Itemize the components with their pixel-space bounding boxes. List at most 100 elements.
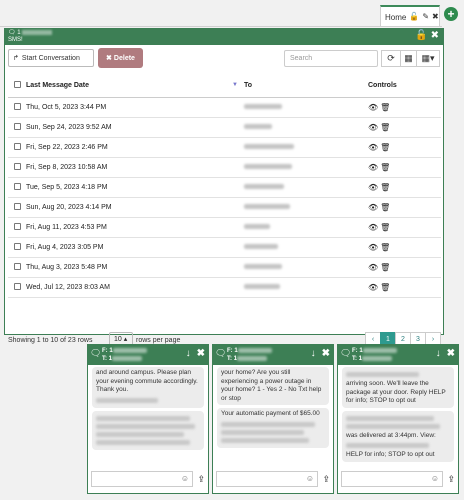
table-row[interactable]: Thu, Oct 5, 2023 3:44 PM 👁🗑 (8, 97, 441, 118)
row-checkbox[interactable] (13, 202, 21, 210)
share-icon: ↱ (13, 55, 19, 62)
emoji-icon[interactable]: ☺ (431, 474, 439, 483)
table-row[interactable]: Sun, Sep 24, 2023 9:52 AM 👁🗑 (8, 117, 441, 138)
start-conversation-label: Start Conversation (21, 54, 80, 62)
table-row[interactable]: Thu, Aug 3, 2023 5:48 PM 👁🗑 (8, 257, 441, 278)
panel-controls: 🔓 ✖ (415, 30, 439, 41)
trash-icon[interactable]: 🗑 (380, 143, 392, 152)
message-text: HELP for info; STOP to opt out (346, 451, 435, 458)
lock-icon[interactable]: 🔓 (409, 13, 419, 21)
recipient-cell (244, 237, 368, 258)
select-all-checkbox[interactable] (13, 81, 21, 89)
arrow-down-icon[interactable]: ↓ (436, 348, 441, 359)
view-icon[interactable]: 👁 (368, 223, 380, 232)
trash-icon[interactable]: 🗑 (380, 123, 392, 132)
row-checkbox[interactable] (13, 182, 21, 190)
send-icon[interactable]: ⇪ (197, 474, 205, 485)
trash-icon[interactable]: 🗑 (380, 163, 392, 172)
message-bubble: Your automatic payment of $65.00 (217, 408, 329, 448)
trash-icon[interactable]: 🗑 (380, 203, 392, 212)
trash-icon[interactable]: 🗑 (380, 263, 392, 272)
row-checkbox[interactable] (13, 262, 21, 270)
view-icon[interactable]: 👁 (368, 263, 380, 272)
close-icon[interactable]: ✖ (197, 348, 205, 359)
row-checkbox[interactable] (13, 102, 21, 110)
send-icon[interactable]: ⇪ (322, 474, 330, 485)
trash-icon[interactable]: 🗑 (380, 243, 392, 252)
redacted-number (22, 30, 53, 35)
message-input[interactable]: ☺ (341, 471, 443, 487)
message-input[interactable]: ☺ (216, 471, 318, 487)
recipient-cell (244, 117, 368, 138)
arrow-down-icon[interactable]: ↓ (186, 348, 191, 359)
chat-from: F: 1 (352, 348, 363, 354)
tab-divider (0, 26, 442, 27)
row-checkbox[interactable] (13, 282, 21, 290)
column-header-to: To (244, 75, 368, 98)
last-message-date: Sun, Aug 20, 2023 4:14 PM (26, 197, 244, 218)
table-row[interactable]: Sun, Aug 20, 2023 4:14 PM 👁🗑 (8, 197, 441, 218)
table-row[interactable]: Fri, Sep 22, 2023 2:46 PM 👁🗑 (8, 137, 441, 158)
send-icon[interactable]: ⇪ (447, 474, 455, 485)
start-conversation-button[interactable]: ↱ Start Conversation (8, 49, 94, 67)
view-icon[interactable]: 👁 (368, 163, 380, 172)
table-row[interactable]: Wed, Jul 12, 2023 8:03 AM 👁🗑 (8, 277, 441, 298)
recipient-cell (244, 177, 368, 198)
row-checkbox[interactable] (13, 142, 21, 150)
trash-icon[interactable]: 🗑 (380, 223, 392, 232)
refresh-icon[interactable]: ⟳ (381, 50, 401, 67)
row-checkbox[interactable] (13, 122, 21, 130)
row-controls: 👁🗑 (368, 257, 441, 278)
recipient-cell (244, 217, 368, 238)
unlock-icon[interactable]: 🔓 (415, 30, 427, 41)
row-checkbox[interactable] (13, 242, 21, 250)
trash-icon[interactable]: 🗑 (380, 283, 392, 292)
columns-icon[interactable]: ▦ (400, 50, 417, 67)
last-message-date: Fri, Sep 22, 2023 2:46 PM (26, 137, 244, 158)
view-icon[interactable]: 👁 (368, 283, 380, 292)
emoji-icon[interactable]: ☺ (181, 474, 189, 483)
message-text: your home? Are you still experiencing a … (221, 369, 322, 402)
chat-numbers: F: 1 T: 1 (352, 347, 397, 363)
view-icon[interactable]: 👁 (368, 143, 380, 152)
column-header-date[interactable]: Last Message Date ▼ (26, 75, 244, 98)
emoji-icon[interactable]: ☺ (306, 474, 314, 483)
message-bubble (92, 410, 204, 450)
trash-icon[interactable]: 🗑 (380, 183, 392, 192)
chat-messages: your home? Are you still experiencing a … (213, 365, 333, 465)
view-icon[interactable]: 👁 (368, 183, 380, 192)
row-controls: 👁🗑 (368, 177, 441, 198)
delete-button[interactable]: ✖ Delete (98, 48, 143, 68)
arrow-down-icon[interactable]: ↓ (311, 348, 316, 359)
close-icon[interactable]: ✖ (447, 348, 455, 359)
message-input[interactable]: ☺ (91, 471, 193, 487)
table-row[interactable]: Fri, Sep 8, 2023 10:58 AM 👁🗑 (8, 157, 441, 178)
date-header-label: Last Message Date (26, 82, 90, 90)
view-icon[interactable]: 👁 (368, 203, 380, 212)
view-icon[interactable]: 👁 (368, 123, 380, 132)
close-icon[interactable]: ✖ (432, 13, 439, 21)
search-input[interactable]: Search (284, 50, 378, 67)
row-checkbox[interactable] (13, 222, 21, 230)
close-icon[interactable]: ✖ (431, 30, 439, 41)
grid-menu-icon[interactable]: ▦▾ (416, 50, 440, 67)
redacted-recipient (244, 284, 280, 290)
view-icon[interactable]: 👁 (368, 103, 380, 112)
last-message-date: Sun, Sep 24, 2023 9:52 AM (26, 117, 244, 138)
table-row[interactable]: Fri, Aug 4, 2023 3:05 PM 👁🗑 (8, 237, 441, 258)
redacted-recipient (244, 204, 290, 210)
tab-home-label: Home (385, 12, 407, 22)
table-row[interactable]: Fri, Aug 11, 2023 4:53 PM 👁🗑 (8, 217, 441, 238)
edit-icon[interactable]: ✎ (422, 13, 429, 21)
view-icon[interactable]: 👁 (368, 243, 380, 252)
sort-desc-icon[interactable]: ▼ (232, 82, 238, 88)
trash-icon[interactable]: 🗑 (380, 103, 392, 112)
row-checkbox[interactable] (13, 162, 21, 170)
last-message-date: Tue, Sep 5, 2023 4:18 PM (26, 177, 244, 198)
message-bubble: your home? Are you still experiencing a … (217, 367, 329, 405)
add-tab-button[interactable]: + (444, 7, 458, 21)
chat-header: 🗨 F: 1 T: 1 ↓ ✖ (213, 345, 333, 365)
close-icon[interactable]: ✖ (322, 348, 330, 359)
tab-home[interactable]: Home 🔓 ✎ ✖ (380, 5, 440, 27)
table-row[interactable]: Tue, Sep 5, 2023 4:18 PM 👁🗑 (8, 177, 441, 198)
